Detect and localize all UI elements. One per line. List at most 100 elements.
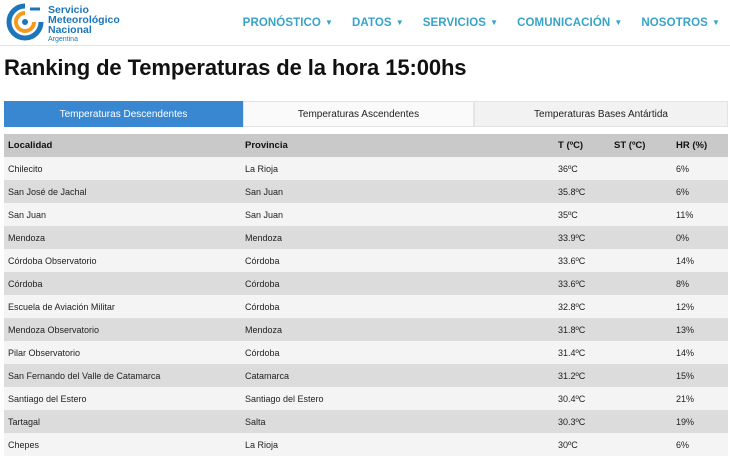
cell-humedad: 6% (672, 433, 728, 456)
table-row: Pilar Observatorio Córdoba 31.4ºC 14% (4, 341, 728, 364)
cell-temperatura: 30ºC (554, 433, 610, 456)
cell-sensacion-termica (610, 318, 672, 341)
cell-sensacion-termica (610, 203, 672, 226)
chevron-down-icon: ▼ (395, 17, 404, 27)
cell-temperatura: 31.4ºC (554, 341, 610, 364)
logo-line-3: Nacional (48, 24, 92, 36)
cell-humedad: 15% (672, 364, 728, 387)
cell-provincia: Salta (241, 410, 554, 433)
cell-provincia: Córdoba (241, 272, 554, 295)
cell-humedad: 0% (672, 226, 728, 249)
cell-humedad: 19% (672, 410, 728, 433)
cell-provincia: Córdoba (241, 249, 554, 272)
cell-temperatura: 30.3ºC (554, 410, 610, 433)
table-row: Mendoza Observatorio Mendoza 31.8ºC 13% (4, 318, 728, 341)
cell-provincia: Catamarca (241, 364, 554, 387)
nav-datos-label: DATOS (352, 16, 392, 29)
table-row: Santiago del Estero Santiago del Estero 30… (4, 387, 728, 410)
nav-nosotros-label: NOSOTROS (641, 16, 708, 29)
cell-sensacion-termica (610, 433, 672, 456)
smn-logo[interactable]: Servicio Meteorológico Nacional Argentin… (6, 2, 136, 43)
header-provincia: Provincia (241, 134, 554, 157)
table-row: San Juan San Juan 35ºC 11% (4, 203, 728, 226)
cell-temperatura: 36ºC (554, 157, 610, 180)
cell-provincia: San Juan (241, 180, 554, 203)
cell-humedad: 6% (672, 180, 728, 203)
cell-provincia: Mendoza (241, 318, 554, 341)
cell-provincia: Córdoba (241, 295, 554, 318)
nav-servicios[interactable]: SERVICIOS ▼ (423, 17, 498, 29)
cell-provincia: San Juan (241, 203, 554, 226)
cell-sensacion-termica (610, 410, 672, 433)
cell-humedad: 6% (672, 157, 728, 180)
nav-datos[interactable]: DATOS ▼ (352, 17, 404, 29)
table-row: Córdoba Observatorio Córdoba 33.6ºC 14% (4, 249, 728, 272)
table-row: Mendoza Mendoza 33.9ºC 0% (4, 226, 728, 249)
nav-comunicacion-label: COMUNICACIÓN (517, 16, 611, 29)
table-row: Chepes La Rioja 30ºC 6% (4, 433, 728, 456)
table-row: Córdoba Córdoba 33.6ºC 8% (4, 272, 728, 295)
table-header-row: Localidad Provincia T (ºC) ST (ºC) HR (%… (4, 134, 728, 157)
cell-localidad: Córdoba Observatorio (4, 249, 241, 272)
ranking-table: Localidad Provincia T (ºC) ST (ºC) HR (%… (4, 134, 728, 456)
cell-localidad: Mendoza Observatorio (4, 318, 241, 341)
table-row: Escuela de Aviación Militar Córdoba 32.8ºC… (4, 295, 728, 318)
nav-servicios-label: SERVICIOS (422, 16, 487, 29)
header-localidad: Localidad (4, 134, 241, 157)
cell-humedad: 21% (672, 387, 728, 410)
cell-localidad: Chepes (4, 433, 241, 456)
table-row: Tartagal Salta 30.3ºC 19% (4, 410, 728, 433)
nav-pronostico-label: PRONÓSTICO (242, 16, 321, 29)
table-row: San José de Jachal San Juan 35.8ºC 6% (4, 180, 728, 203)
cell-sensacion-termica (610, 157, 672, 180)
cell-localidad: Tartagal (4, 410, 241, 433)
cell-humedad: 14% (672, 341, 728, 364)
cell-humedad: 12% (672, 295, 728, 318)
cell-temperatura: 30.4ºC (554, 387, 610, 410)
cell-temperatura: 32.8ºC (554, 295, 610, 318)
cell-humedad: 8% (672, 272, 728, 295)
cell-sensacion-termica (610, 249, 672, 272)
table-body: Chilecito La Rioja 36ºC 6% San José de Jacha… (4, 157, 728, 456)
cell-provincia: La Rioja (241, 157, 554, 180)
cell-sensacion-termica (610, 226, 672, 249)
cell-localidad: San José de Jachal (4, 180, 241, 203)
ranking-tabs: Temperaturas Descendentes Temperaturas A… (4, 101, 728, 127)
cell-provincia: Mendoza (241, 226, 554, 249)
tab-temperaturas-bases-antartida[interactable]: Temperaturas Bases Antártida (474, 101, 728, 127)
table-row: Chilecito La Rioja 36ºC 6% (4, 157, 728, 180)
cell-temperatura: 35ºC (554, 203, 610, 226)
chevron-down-icon: ▼ (711, 17, 720, 27)
main-nav: PRONÓSTICO ▼ DATOS ▼ SERVICIOS ▼ COMUNICACI… (224, 0, 720, 45)
cell-temperatura: 31.2ºC (554, 364, 610, 387)
cell-sensacion-termica (610, 341, 672, 364)
cell-localidad: San Fernando del Valle de Catamarca (4, 364, 241, 387)
site-header: Servicio Meteorológico Nacional Argentin… (0, 0, 730, 46)
nav-pronostico[interactable]: PRONÓSTICO ▼ (243, 17, 333, 29)
tab-temperaturas-descendentes[interactable]: Temperaturas Descendentes (4, 101, 243, 127)
cell-localidad: Mendoza (4, 226, 241, 249)
chevron-down-icon: ▼ (490, 17, 499, 27)
cell-localidad: Escuela de Aviación Militar (4, 295, 241, 318)
table-row: San Fernando del Valle de Catamarca Catam… (4, 364, 728, 387)
tab-temperaturas-ascendentes[interactable]: Temperaturas Ascendentes (243, 101, 474, 127)
nav-comunicacion[interactable]: COMUNICACIÓN ▼ (517, 17, 622, 29)
cell-provincia: La Rioja (241, 433, 554, 456)
nav-nosotros[interactable]: NOSOTROS ▼ (641, 17, 720, 29)
cell-humedad: 14% (672, 249, 728, 272)
header-sensacion-termica: ST (ºC) (610, 134, 672, 157)
cell-localidad: Córdoba (4, 272, 241, 295)
cell-temperatura: 31.8ºC (554, 318, 610, 341)
smn-logo-icon (6, 3, 44, 41)
cell-localidad: Chilecito (4, 157, 241, 180)
cell-provincia: Santiago del Estero (241, 387, 554, 410)
cell-localidad: San Juan (4, 203, 241, 226)
cell-localidad: Pilar Observatorio (4, 341, 241, 364)
cell-sensacion-termica (610, 180, 672, 203)
cell-sensacion-termica (610, 272, 672, 295)
ranking-table-container: Localidad Provincia T (ºC) ST (ºC) HR (%… (4, 134, 728, 456)
cell-temperatura: 33.9ºC (554, 226, 610, 249)
page-title: Ranking de Temperaturas de la hora 15:00… (4, 55, 467, 80)
cell-localidad: Santiago del Estero (4, 387, 241, 410)
chevron-down-icon: ▼ (324, 17, 334, 27)
